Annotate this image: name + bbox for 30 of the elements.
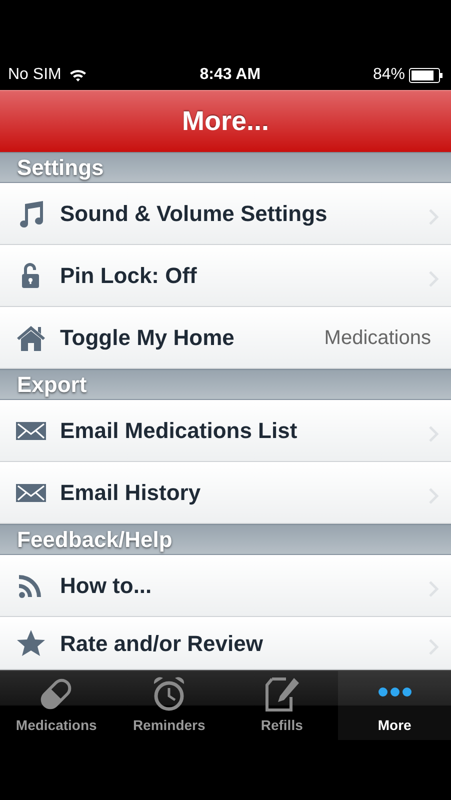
star-icon (15, 629, 47, 657)
list-row[interactable]: Pin Lock: Off (0, 245, 451, 307)
tab-item[interactable]: More (338, 671, 451, 740)
row-label: Sound & Volume Settings (60, 200, 328, 228)
battery-icon (408, 68, 443, 82)
row-label: Email Medications List (60, 417, 298, 445)
time-text: 8:43 AM (200, 65, 261, 85)
tab-item[interactable]: Reminders (112, 671, 226, 740)
wifi-icon (69, 68, 88, 82)
ellipsis-icon (378, 687, 412, 697)
row-label: Rate and/or Review (60, 630, 263, 658)
row-label: How to... (60, 572, 152, 600)
section-title: Feedback/Help (17, 526, 172, 554)
section-title: Settings (17, 154, 104, 182)
house-icon (15, 324, 47, 352)
list-row[interactable]: Email Medications List (0, 400, 451, 462)
row-label: Toggle My Home (60, 324, 234, 352)
section-title: Export (17, 371, 87, 399)
tab-item[interactable]: Refills (226, 671, 338, 740)
screen-title: More... (182, 105, 269, 138)
list-row[interactable]: Toggle My Home Medications (0, 307, 451, 369)
row-detail: Medications (324, 326, 432, 350)
list-row[interactable]: Sound & Volume Settings (0, 183, 451, 245)
battery-text: 84% (372, 65, 405, 85)
list-row[interactable]: How to... (0, 555, 451, 617)
carrier-text: No SIM (8, 65, 62, 85)
list-row[interactable]: Email History (0, 462, 451, 524)
row-label: Pin Lock: Off (60, 262, 197, 290)
tab-item[interactable]: Medications (0, 671, 113, 740)
row-label: Email History (60, 479, 201, 507)
